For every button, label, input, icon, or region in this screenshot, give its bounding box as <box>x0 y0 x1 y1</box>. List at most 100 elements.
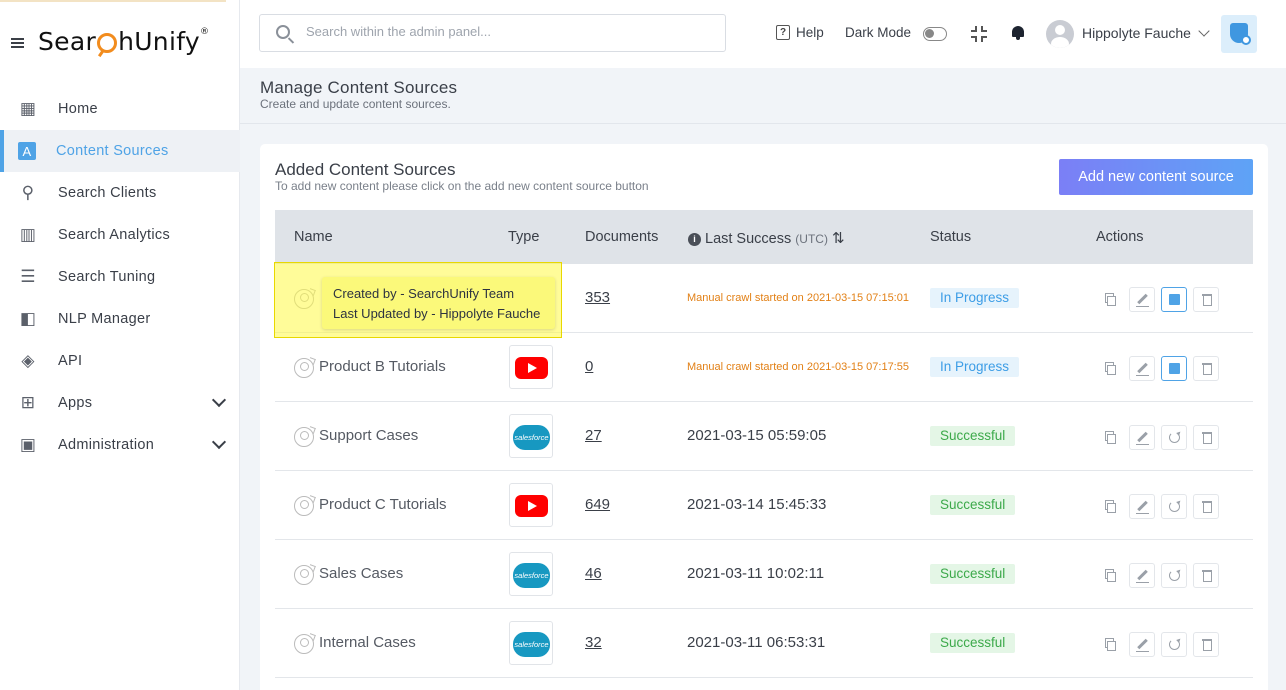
delete-icon[interactable] <box>1193 632 1219 657</box>
column-header-documents: Documents <box>585 229 659 245</box>
badge-icon: ▣ <box>19 435 37 454</box>
collapse-screen-icon[interactable] <box>971 26 987 42</box>
copy-icon[interactable] <box>1097 287 1123 312</box>
recrawl-icon[interactable] <box>1161 494 1187 519</box>
row-actions <box>1097 287 1225 312</box>
content-source-user-icon <box>294 496 314 516</box>
sidebar-item-apps[interactable]: ⊞ Apps <box>0 382 240 424</box>
notification-bell-icon[interactable] <box>1011 25 1025 41</box>
recrawl-icon[interactable] <box>1161 425 1187 450</box>
top-accent-line <box>0 0 226 2</box>
user-name[interactable]: Hippolyte Fauche <box>1082 25 1191 41</box>
dark-mode-toggle[interactable] <box>923 27 947 41</box>
row-actions <box>1097 425 1225 450</box>
column-header-name[interactable]: Name <box>294 229 333 245</box>
table-row[interactable]: Sales Cases salesforce 46 2021-03-11 10:02:… <box>275 540 1253 609</box>
last-success-value: 2021-03-15 05:59:05 <box>687 427 827 444</box>
edit-icon[interactable] <box>1129 494 1155 519</box>
nlp-icon: ◧ <box>19 309 37 328</box>
type-logo-box <box>509 345 553 389</box>
documents-count-link[interactable]: 649 <box>585 496 610 513</box>
user-menu-chevron-icon[interactable] <box>1198 25 1210 37</box>
youtube-icon <box>515 495 548 517</box>
table-row[interactable]: Internal Cases salesforce 32 2021-03-11 06:… <box>275 609 1253 678</box>
help-link[interactable]: ? Help <box>776 25 824 40</box>
sidebar-item-nlp-manager[interactable]: ◧ NLP Manager <box>0 298 240 340</box>
admin-search-box[interactable] <box>259 14 726 52</box>
table-row[interactable]: Product B Tutorials 0 Manual crawl started… <box>275 333 1253 402</box>
sidebar-item-label: Search Analytics <box>58 227 170 243</box>
delete-icon[interactable] <box>1193 425 1219 450</box>
documents-count-link[interactable]: 353 <box>585 289 610 306</box>
copy-icon[interactable] <box>1097 632 1123 657</box>
documents-count-link[interactable]: 0 <box>585 358 593 375</box>
column-header-last-success[interactable]: i Last Success (UTC) ⇅ <box>688 229 845 247</box>
delete-icon[interactable] <box>1193 356 1219 381</box>
info-icon[interactable]: i <box>688 233 701 246</box>
last-success-label: Last Success <box>705 231 792 247</box>
plus-box-icon: ⊞ <box>20 393 36 412</box>
edit-icon[interactable] <box>1129 356 1155 381</box>
delete-icon[interactable] <box>1193 494 1219 519</box>
table-row[interactable]: Support Cases salesforce 27 2021-03-15 05:5… <box>275 402 1253 471</box>
edit-icon[interactable] <box>1129 287 1155 312</box>
sidebar-item-label: Search Tuning <box>58 269 156 285</box>
stop-crawl-icon[interactable] <box>1161 356 1187 381</box>
copy-icon[interactable] <box>1097 425 1123 450</box>
stop-crawl-icon[interactable] <box>1161 287 1187 312</box>
bar-chart-icon: ▥ <box>19 225 37 244</box>
hamburger-menu-icon[interactable] <box>11 38 24 48</box>
sidebar-item-search-analytics[interactable]: ▥ Search Analytics <box>0 214 240 256</box>
sidebar-item-search-tuning[interactable]: ☰ Search Tuning <box>0 256 240 298</box>
row-actions <box>1097 632 1225 657</box>
edit-icon[interactable] <box>1129 563 1155 588</box>
recrawl-icon[interactable] <box>1161 563 1187 588</box>
documents-count-link[interactable]: 32 <box>585 634 602 651</box>
edit-icon[interactable] <box>1129 425 1155 450</box>
copy-icon[interactable] <box>1097 356 1123 381</box>
content-source-user-icon <box>294 634 314 654</box>
recrawl-icon[interactable] <box>1161 632 1187 657</box>
magnifier-icon: ⚲ <box>21 183 35 202</box>
sidebar-nav: ▦ Home A Content Sources ⚲ Search Clients ▥ Sea… <box>0 88 240 466</box>
content-source-name[interactable]: Support Cases <box>319 427 418 444</box>
add-content-source-button[interactable]: Add new content source <box>1059 159 1253 195</box>
delete-icon[interactable] <box>1193 563 1219 588</box>
content-source-name[interactable]: Product B Tutorials <box>319 358 446 375</box>
admin-search-input[interactable] <box>306 24 706 39</box>
status-badge: In Progress <box>930 288 1020 308</box>
chevron-down-icon[interactable] <box>211 392 227 408</box>
column-header-type: Type <box>508 229 540 245</box>
code-icon: ◈ <box>21 351 35 370</box>
documents-count-link[interactable]: 27 <box>585 427 602 444</box>
dark-mode-label: Dark Mode <box>845 25 912 40</box>
user-avatar[interactable] <box>1046 20 1074 48</box>
content-source-name[interactable]: Product C Tutorials <box>319 496 447 513</box>
documents-count-link[interactable]: 46 <box>585 565 602 582</box>
sidebar-item-administration[interactable]: ▣ Administration <box>0 424 240 466</box>
content-source-name[interactable]: Internal Cases <box>319 634 416 651</box>
delete-icon[interactable] <box>1193 287 1219 312</box>
chevron-down-icon[interactable] <box>211 434 227 450</box>
sliders-icon: ☰ <box>20 267 36 286</box>
utc-label: (UTC) <box>795 232 828 246</box>
sidebar-item-content-sources[interactable]: A Content Sources <box>0 130 240 172</box>
last-success-value: 2021-03-14 15:45:33 <box>687 496 827 513</box>
sidebar-item-api[interactable]: ◈ API <box>0 340 240 382</box>
sidebar-item-search-clients[interactable]: ⚲ Search Clients <box>0 172 240 214</box>
security-shield-button[interactable] <box>1221 15 1257 53</box>
tooltip-updated-by: Last Updated by - Hippolyte Fauche <box>333 306 541 321</box>
sidebar-item-home[interactable]: ▦ Home <box>0 88 240 130</box>
type-logo-box: salesforce <box>509 414 553 458</box>
card-title: Added Content Sources <box>275 160 456 179</box>
table-row[interactable]: Product C Tutorials 649 2021-03-14 15:45:3… <box>275 471 1253 540</box>
status-badge: Successful <box>930 633 1016 653</box>
edit-icon[interactable] <box>1129 632 1155 657</box>
searchunify-logo[interactable]: Sear hUnify® <box>38 27 209 56</box>
sort-icon[interactable]: ⇅ <box>832 230 845 247</box>
content-source-name[interactable]: Sales Cases <box>319 565 403 582</box>
sidebar-item-label: NLP Manager <box>58 311 151 327</box>
copy-icon[interactable] <box>1097 563 1123 588</box>
last-success-value: Manual crawl started on 2021-03-15 07:17… <box>687 361 909 373</box>
copy-icon[interactable] <box>1097 494 1123 519</box>
